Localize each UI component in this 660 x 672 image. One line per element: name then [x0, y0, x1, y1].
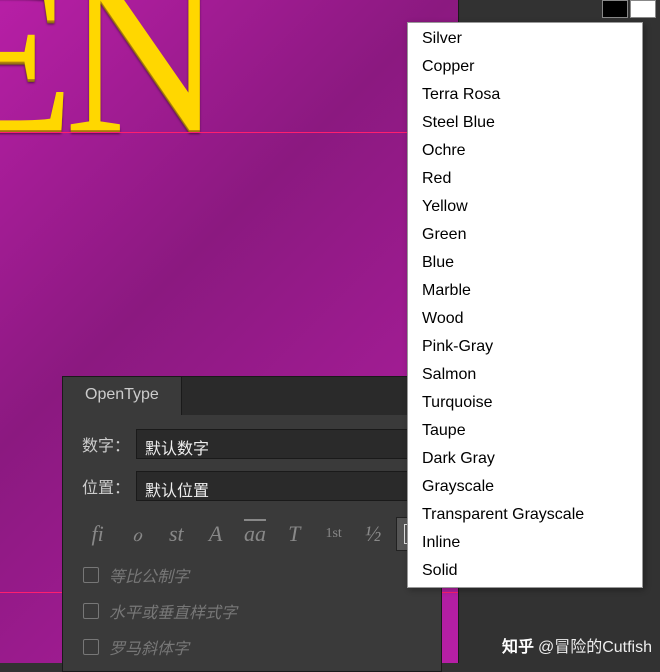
menu-item-red[interactable]: Red	[408, 165, 642, 193]
zhihu-logo: 知乎	[502, 633, 534, 657]
menu-item-taupe[interactable]: Taupe	[408, 417, 642, 445]
swatch-row	[602, 0, 656, 18]
menu-item-marble[interactable]: Marble	[408, 277, 642, 305]
tab-opentype[interactable]: OpenType	[63, 377, 182, 415]
position-label: 位置：	[75, 474, 130, 498]
menu-item-solid[interactable]: Solid	[408, 557, 642, 585]
menu-item-grayscale[interactable]: Grayscale	[408, 473, 642, 501]
menu-item-transparent-grayscale[interactable]: Transparent Grayscale	[408, 501, 642, 529]
ordinals-button[interactable]: 1st	[317, 517, 350, 551]
numerals-label: 数字：	[75, 432, 130, 456]
checkbox-icon	[83, 567, 99, 583]
menu-item-silver[interactable]: Silver	[408, 25, 642, 53]
menu-item-blue[interactable]: Blue	[408, 249, 642, 277]
fractions-button[interactable]: ½	[356, 517, 389, 551]
checkbox-icon	[83, 639, 99, 655]
titling-button[interactable]: T	[278, 517, 311, 551]
numerals-select[interactable]: 默认数字	[136, 429, 429, 459]
menu-item-green[interactable]: Green	[408, 221, 642, 249]
contextual-button[interactable]: aa	[238, 517, 271, 551]
material-dropdown-menu: Silver Copper Terra Rosa Steel Blue Ochr…	[407, 22, 643, 588]
canvas-3d-text: EN	[0, 0, 213, 183]
tab-bar: OpenType	[63, 377, 441, 415]
swatch-black[interactable]	[602, 0, 628, 18]
ligature-button[interactable]: fi	[81, 517, 114, 551]
checkbox-label-roman: 罗马斜体字	[109, 635, 189, 659]
swatch-white[interactable]	[630, 0, 656, 18]
watermark-text: @冒险的Cutfish	[538, 633, 652, 657]
checkbox-label-proportional: 等比公制字	[109, 563, 189, 587]
opentype-buttons: fi ℴ st A aa T 1st ½ a	[75, 513, 429, 557]
checkbox-hv-style[interactable]: 水平或垂直样式字	[75, 593, 429, 629]
menu-item-turquoise[interactable]: Turquoise	[408, 389, 642, 417]
menu-item-pink-gray[interactable]: Pink-Gray	[408, 333, 642, 361]
menu-item-steel-blue[interactable]: Steel Blue	[408, 109, 642, 137]
menu-item-dark-gray[interactable]: Dark Gray	[408, 445, 642, 473]
guide-line-top	[0, 132, 458, 133]
contextual-label: aa	[244, 521, 266, 547]
alternates-button[interactable]: A	[199, 517, 232, 551]
checkbox-roman-italics[interactable]: 罗马斜体字	[75, 629, 429, 665]
menu-item-yellow[interactable]: Yellow	[408, 193, 642, 221]
menu-item-salmon[interactable]: Salmon	[408, 361, 642, 389]
menu-item-terra-rosa[interactable]: Terra Rosa	[408, 81, 642, 109]
swash-button[interactable]: ℴ	[120, 517, 153, 551]
position-select[interactable]: 默认位置	[136, 471, 429, 501]
checkbox-icon	[83, 603, 99, 619]
stylistic-button[interactable]: st	[160, 517, 193, 551]
watermark: 知乎 @冒险的Cutfish	[502, 633, 652, 657]
checkbox-proportional[interactable]: 等比公制字	[75, 557, 429, 593]
menu-item-wood[interactable]: Wood	[408, 305, 642, 333]
menu-item-copper[interactable]: Copper	[408, 53, 642, 81]
menu-item-ochre[interactable]: Ochre	[408, 137, 642, 165]
checkbox-label-hv: 水平或垂直样式字	[109, 599, 237, 623]
opentype-panel: OpenType 数字： 默认数字 位置： 默认位置 fi ℴ st A aa …	[62, 376, 442, 672]
menu-item-inline[interactable]: Inline	[408, 529, 642, 557]
